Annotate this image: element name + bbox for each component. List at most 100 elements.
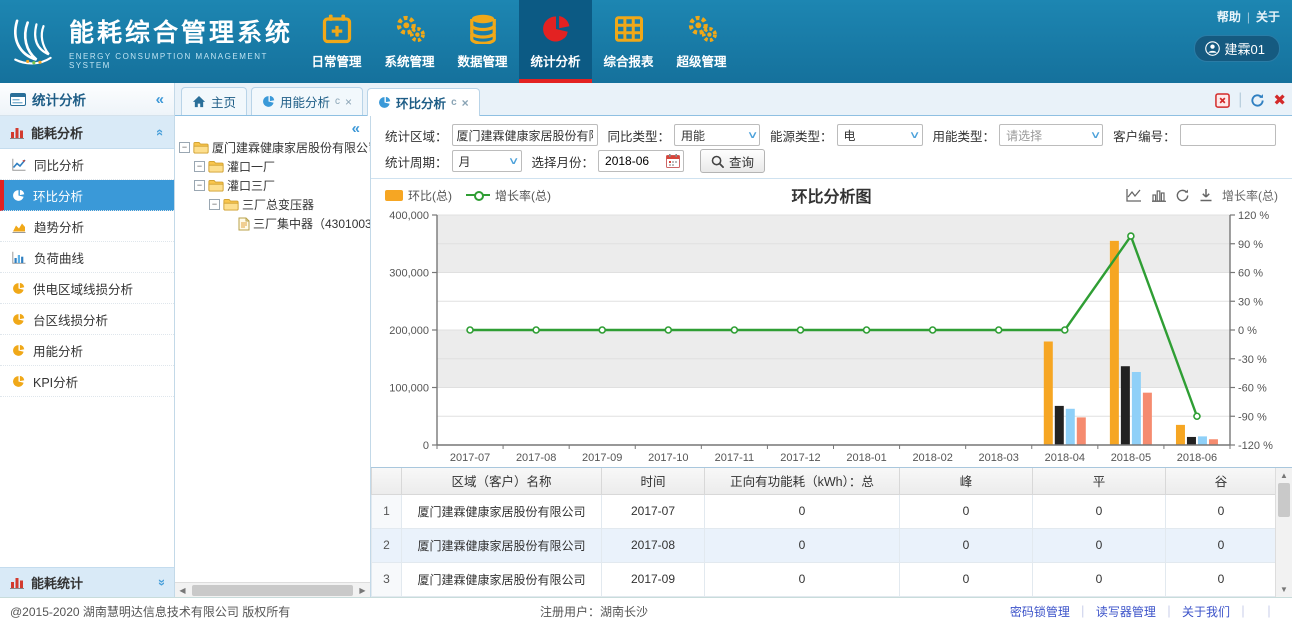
tree-expander-icon[interactable]: − bbox=[209, 199, 220, 210]
nav-item-超级管理[interactable]: 超级管理 bbox=[665, 0, 738, 83]
toolbox-download-icon[interactable] bbox=[1199, 188, 1213, 202]
customer-input[interactable] bbox=[1180, 124, 1276, 146]
table-header[interactable]: 平 bbox=[1033, 468, 1166, 494]
svg-text:2017-08: 2017-08 bbox=[516, 452, 556, 464]
grid-icon bbox=[614, 12, 644, 46]
svg-text:2018-01: 2018-01 bbox=[846, 452, 886, 464]
tree-node-厦门建霖健康家居股份有限公司[interactable]: −厦门建霖健康家居股份有限公司 bbox=[179, 138, 368, 157]
table-header[interactable]: 时间 bbox=[602, 468, 705, 494]
scrollbar-thumb[interactable] bbox=[192, 585, 353, 596]
tree-expander-icon[interactable]: − bbox=[194, 161, 205, 172]
scroll-left-icon[interactable]: ◀ bbox=[175, 586, 190, 595]
scrollbar-thumb[interactable] bbox=[1278, 483, 1290, 517]
sidebar-section-energy-analysis[interactable]: 能耗分析 « bbox=[0, 116, 174, 149]
sidebar-item-环比分析[interactable]: 环比分析 bbox=[0, 180, 174, 211]
right-axis-title: 增长率(总) bbox=[1222, 187, 1278, 204]
about-link[interactable]: 关于 bbox=[1256, 10, 1280, 24]
tree-expander-icon[interactable]: − bbox=[179, 142, 190, 153]
pie-white-icon bbox=[12, 189, 25, 202]
sidebar-collapse-icon[interactable]: « bbox=[156, 91, 164, 108]
month-input[interactable] bbox=[605, 154, 661, 168]
sidebar-item-趋势分析[interactable]: 趋势分析 bbox=[0, 211, 174, 242]
tree-horizontal-scrollbar[interactable]: ◀ ▶ bbox=[175, 582, 370, 597]
tab-close-icon[interactable]: × bbox=[462, 96, 469, 110]
svg-text:2017-07: 2017-07 bbox=[450, 452, 490, 464]
folder-icon bbox=[223, 198, 239, 211]
tab-环比分析[interactable]: 环比分析c× bbox=[367, 88, 480, 116]
tab-refresh-icon[interactable]: c bbox=[451, 97, 457, 108]
table-row[interactable]: 1厦门建霖健康家居股份有限公司2017-070000 bbox=[372, 494, 1277, 528]
svg-text:100,000: 100,000 bbox=[389, 383, 429, 395]
nav-item-系统管理[interactable]: 系统管理 bbox=[373, 0, 446, 83]
usage-label: 用能类型： bbox=[933, 126, 996, 145]
svg-text:2017-12: 2017-12 bbox=[780, 452, 820, 464]
sidebar-item-台区线损分析[interactable]: 台区线损分析 bbox=[0, 304, 174, 335]
pie-blue-icon bbox=[378, 96, 391, 109]
home-icon bbox=[192, 95, 206, 108]
scroll-right-icon[interactable]: ▶ bbox=[355, 586, 370, 595]
energy-select[interactable]: 电∨ bbox=[837, 124, 923, 146]
toolbox-refresh-icon[interactable] bbox=[1175, 188, 1190, 203]
help-link[interactable]: 帮助 bbox=[1217, 10, 1241, 24]
calendar-icon[interactable] bbox=[666, 154, 680, 168]
table-vertical-scrollbar[interactable]: ▲ ▼ bbox=[1275, 468, 1292, 597]
pie-orange-icon bbox=[12, 375, 25, 388]
table-header[interactable]: 峰 bbox=[900, 468, 1033, 494]
about-us-link[interactable]: 关于我们 bbox=[1182, 605, 1230, 619]
tree-expander-icon[interactable]: − bbox=[194, 180, 205, 191]
table-row[interactable]: 2厦门建霖健康家居股份有限公司2017-080000 bbox=[372, 528, 1277, 562]
sidebar: 统计分析 « 能耗分析 « 同比分析环比分析趋势分析负荷曲线供电区域线损分析台区… bbox=[0, 83, 175, 597]
sidebar-item-负荷曲线[interactable]: 负荷曲线 bbox=[0, 242, 174, 273]
copyright-text: @2015-2020 湖南慧明达信息技术有限公司 版权所有 bbox=[10, 603, 290, 620]
area-input[interactable] bbox=[452, 124, 598, 146]
user-badge[interactable]: 建霖01 bbox=[1194, 35, 1280, 62]
password-lock-link[interactable]: 密码锁管理 bbox=[1010, 605, 1070, 619]
table-header[interactable] bbox=[372, 468, 402, 494]
tree-node-三厂总变压器[interactable]: −三厂总变压器 bbox=[179, 195, 368, 214]
tab-用能分析[interactable]: 用能分析c× bbox=[251, 87, 363, 115]
file-icon bbox=[238, 217, 250, 231]
sidebar-item-KPI分析[interactable]: KPI分析 bbox=[0, 366, 174, 397]
svg-text:0: 0 bbox=[423, 440, 429, 452]
sidebar-item-同比分析[interactable]: 同比分析 bbox=[0, 149, 174, 180]
month-picker[interactable] bbox=[598, 150, 684, 172]
tongbi-select[interactable]: 用能∨ bbox=[674, 124, 760, 146]
period-select[interactable]: 月∨ bbox=[452, 150, 522, 172]
main-nav: 日常管理系统管理数据管理统计分析综合报表超级管理 bbox=[300, 0, 738, 83]
refresh-tab-icon[interactable] bbox=[1250, 93, 1265, 108]
tab-refresh-icon[interactable]: c bbox=[335, 96, 340, 107]
toolbox-bar-chart-icon[interactable] bbox=[1151, 188, 1166, 202]
sidebar-item-供电区域线损分析[interactable]: 供电区域线损分析 bbox=[0, 273, 174, 304]
svg-text:90 %: 90 % bbox=[1238, 239, 1263, 251]
folder-icon bbox=[208, 179, 224, 192]
legend-item-bar[interactable]: 环比(总) bbox=[385, 187, 452, 204]
toolbox-line-chart-icon[interactable] bbox=[1126, 188, 1142, 202]
table-header[interactable]: 区域（客户）名称 bbox=[402, 468, 602, 494]
close-all-tabs-icon[interactable] bbox=[1215, 93, 1230, 108]
scroll-down-icon[interactable]: ▼ bbox=[1280, 582, 1288, 597]
sidebar-item-用能分析[interactable]: 用能分析 bbox=[0, 335, 174, 366]
tree-collapse-icon[interactable]: « bbox=[352, 120, 360, 137]
chart-plot[interactable]: 400,000300,000200,000100,0000120 %90 %60… bbox=[371, 207, 1292, 467]
table-header[interactable]: 谷 bbox=[1166, 468, 1277, 494]
legend-item-line[interactable]: 增长率(总) bbox=[466, 187, 551, 204]
query-button[interactable]: 查询 bbox=[700, 149, 765, 173]
tree-node-灌口一厂[interactable]: −灌口一厂 bbox=[179, 157, 368, 176]
reader-mgmt-link[interactable]: 读写器管理 bbox=[1096, 605, 1156, 619]
sidebar-section-energy-stats[interactable]: 能耗统计 « bbox=[0, 567, 174, 597]
nav-item-数据管理[interactable]: 数据管理 bbox=[446, 0, 519, 83]
nav-item-综合报表[interactable]: 综合报表 bbox=[592, 0, 665, 83]
svg-text:30 %: 30 % bbox=[1238, 296, 1263, 308]
table-header[interactable]: 正向有功能耗（kWh）：总 bbox=[705, 468, 900, 494]
tab-主页[interactable]: 主页 bbox=[181, 87, 247, 115]
tab-close-icon[interactable]: × bbox=[345, 95, 352, 109]
nav-item-日常管理[interactable]: 日常管理 bbox=[300, 0, 373, 83]
nav-item-统计分析[interactable]: 统计分析 bbox=[519, 0, 592, 83]
app-footer: @2015-2020 湖南慧明达信息技术有限公司 版权所有 注册用户：湖南长沙 … bbox=[0, 597, 1292, 625]
tree-node-三厂集中器（4301003[interactable]: 三厂集中器（4301003 bbox=[179, 214, 368, 233]
scroll-up-icon[interactable]: ▲ bbox=[1280, 468, 1288, 483]
usage-select[interactable]: 请选择∨ bbox=[999, 124, 1103, 146]
tree-node-灌口三厂[interactable]: −灌口三厂 bbox=[179, 176, 368, 195]
close-tab-icon[interactable]: ✖ bbox=[1273, 93, 1286, 108]
table-row[interactable]: 3厦门建霖健康家居股份有限公司2017-090000 bbox=[372, 562, 1277, 596]
